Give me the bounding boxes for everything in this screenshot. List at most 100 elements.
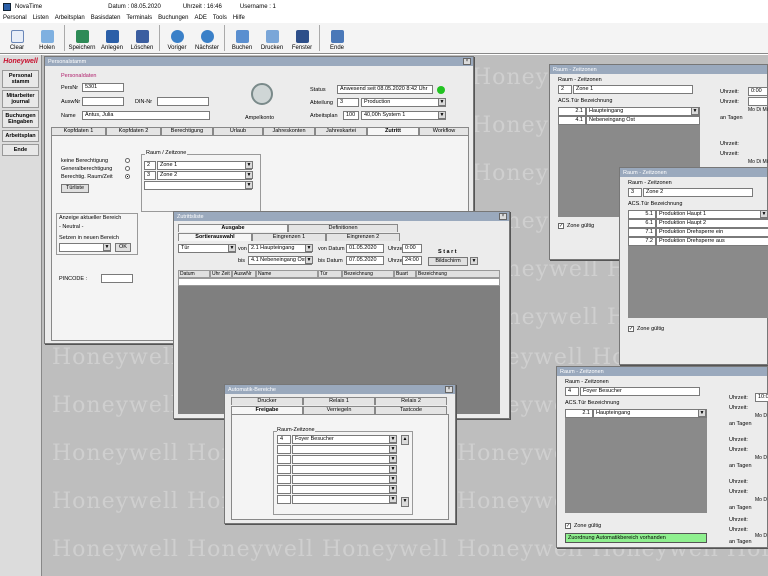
close-icon[interactable]: × bbox=[463, 58, 471, 65]
bis-datum-field[interactable]: 07.05.2020 bbox=[346, 256, 384, 265]
ab-zone[interactable] bbox=[292, 495, 397, 504]
tab-zutritt[interactable]: Zutritt bbox=[367, 127, 419, 135]
menu-tools[interactable]: Tools bbox=[213, 15, 227, 21]
rz-nr[interactable]: 2 bbox=[144, 161, 156, 170]
menu-ade[interactable]: ADE bbox=[194, 15, 206, 21]
tab-drucker[interactable]: Drucker bbox=[231, 397, 303, 405]
buchen-button[interactable]: Buchen bbox=[227, 24, 257, 53]
ab-nr[interactable] bbox=[277, 455, 291, 464]
tab-eingrenzen-1[interactable]: Eingrenzen 1 bbox=[252, 233, 326, 241]
sidebar-item-ende[interactable]: Ende bbox=[2, 144, 39, 156]
ab-nr[interactable]: 4 bbox=[277, 435, 291, 444]
rz-empty[interactable] bbox=[144, 181, 252, 190]
chevron-down-icon[interactable]: ▼ bbox=[228, 244, 236, 252]
chevron-down-icon[interactable]: ▼ bbox=[305, 256, 313, 264]
rz-nr[interactable]: 2 bbox=[558, 85, 572, 94]
ab-zone[interactable]: Foyer Besucher bbox=[292, 435, 397, 444]
acs-bez[interactable]: Haupteingang bbox=[586, 107, 700, 116]
menu-listen[interactable]: Listen bbox=[33, 15, 49, 21]
sidebar-item-personalstamm[interactable]: Personal stamm bbox=[2, 70, 39, 88]
chevron-down-icon[interactable]: ▼ bbox=[305, 244, 313, 252]
rz-zone[interactable]: Zone 2 bbox=[643, 188, 753, 197]
tab-berechtigung[interactable]: Berechtigung bbox=[161, 127, 213, 135]
rz-nr[interactable]: 4 bbox=[565, 387, 579, 396]
chevron-down-icon[interactable]: ▼ bbox=[389, 445, 397, 453]
chevron-down-icon[interactable]: ▼ bbox=[698, 409, 706, 417]
sidebar-item-arbeitsplan[interactable]: Arbeitsplan bbox=[2, 130, 39, 142]
ausgabe-select[interactable]: Bildschirm bbox=[428, 257, 468, 266]
start-button[interactable]: S t a r t bbox=[438, 249, 457, 255]
rz-zone[interactable]: Zone 2 bbox=[157, 171, 252, 180]
tab-tastcode[interactable]: Tastcode bbox=[375, 406, 447, 414]
menu-buchungen[interactable]: Buchungen bbox=[158, 15, 188, 21]
holen-button[interactable]: Holen bbox=[32, 24, 62, 53]
scroll-up-icon[interactable]: ▲ bbox=[401, 435, 409, 445]
abteilung-select[interactable]: Production bbox=[361, 98, 446, 107]
name-field[interactable]: Antus, Julia bbox=[82, 111, 210, 120]
table-row[interactable] bbox=[178, 278, 500, 286]
chevron-down-icon[interactable]: ▼ bbox=[389, 485, 397, 493]
tab-workflow[interactable]: Workflow bbox=[419, 127, 469, 135]
ab-zone[interactable] bbox=[292, 445, 397, 454]
uhrzeit-von[interactable]: 0:00 bbox=[402, 244, 422, 253]
zone-gueltig-checkbox[interactable]: ✓ bbox=[565, 523, 571, 529]
chevron-down-icon[interactable]: ▼ bbox=[438, 111, 446, 119]
ab-nr[interactable] bbox=[277, 485, 291, 494]
zone-gueltig-checkbox[interactable]: ✓ bbox=[628, 326, 634, 332]
rz-zone[interactable]: Zone 1 bbox=[573, 85, 693, 94]
ab-zone[interactable] bbox=[292, 475, 397, 484]
tab-relais-1[interactable]: Relais 1 bbox=[303, 397, 375, 405]
von-tuer[interactable]: 2.1 Haupteingang bbox=[248, 244, 312, 253]
radio-general[interactable] bbox=[125, 166, 130, 171]
acs-bez[interactable]: Produktion Haupt 2 bbox=[656, 219, 768, 228]
radio-raum-zeit[interactable] bbox=[125, 174, 130, 179]
von-datum-field[interactable]: 01.05.2020 bbox=[346, 244, 384, 253]
chevron-down-icon[interactable]: ▼ bbox=[389, 495, 397, 503]
tab-jahreskonten[interactable]: Jahreskonten bbox=[263, 127, 315, 135]
tab-sortierauswahl[interactable]: Sortierauswahl bbox=[178, 233, 252, 241]
ab-nr[interactable] bbox=[277, 445, 291, 454]
acs-bez[interactable]: Haupteingang bbox=[593, 409, 707, 418]
ab-zone[interactable] bbox=[292, 465, 397, 474]
acs-nr[interactable]: 5.1 bbox=[628, 210, 656, 219]
pincode-field[interactable] bbox=[101, 274, 133, 283]
acs-bez[interactable]: Produktion Drehsperre ein bbox=[656, 228, 768, 237]
ausweis-field[interactable] bbox=[82, 97, 124, 106]
sidebar-item-buchungen-eingaben[interactable]: Buchungen Eingaben bbox=[2, 110, 39, 128]
sidebar-item-mitarbeiter-journal[interactable]: Mitarbeiter journal bbox=[2, 90, 39, 108]
acs-nr[interactable]: 2.1 bbox=[558, 107, 586, 116]
chevron-down-icon[interactable]: ▼ bbox=[470, 257, 478, 265]
tuerliste-button[interactable]: Türliste bbox=[61, 184, 89, 193]
chevron-down-icon[interactable]: ▼ bbox=[438, 98, 446, 106]
chevron-down-icon[interactable]: ▼ bbox=[103, 243, 111, 251]
persnr-field[interactable]: 5301 bbox=[82, 83, 124, 92]
acs-nr[interactable]: 4.1 bbox=[558, 116, 586, 125]
acs-nr[interactable]: 2.1 bbox=[565, 409, 593, 418]
loeschen-button[interactable]: Löschen bbox=[127, 24, 157, 53]
bis-tuer[interactable]: 4.1 Nebeneingang Ost bbox=[248, 256, 312, 265]
tab-kopfdaten-1[interactable]: Kopfdaten 1 bbox=[51, 127, 106, 135]
abteilung-nr[interactable]: 3 bbox=[337, 98, 359, 107]
acs-nr[interactable]: 7.2 bbox=[628, 237, 656, 246]
tab-kopfdaten-2[interactable]: Kopfdaten 2 bbox=[106, 127, 161, 135]
tab-jahreskartei[interactable]: Jahreskartei bbox=[315, 127, 367, 135]
ok-button[interactable]: OK bbox=[115, 243, 131, 252]
tab-urlaub[interactable]: Urlaub bbox=[213, 127, 263, 135]
scroll-down-icon[interactable]: ▼ bbox=[401, 497, 409, 507]
ab-zone[interactable] bbox=[292, 455, 397, 464]
rz-nr[interactable]: 3 bbox=[628, 188, 642, 197]
menu-arbeitsplan[interactable]: Arbeitsplan bbox=[55, 15, 85, 21]
arbeitsplan-nr[interactable]: 100 bbox=[343, 111, 359, 120]
chevron-down-icon[interactable]: ▼ bbox=[389, 455, 397, 463]
tab-freigabe[interactable]: Freigabe bbox=[231, 406, 303, 414]
tab-verriegeln[interactable]: Verriegeln bbox=[303, 406, 375, 414]
fenster-button[interactable]: Fenster bbox=[287, 24, 317, 53]
acs-bez[interactable]: Produktion Haupt 1 bbox=[656, 210, 768, 219]
arbeitsplan-select[interactable]: 40,00h System 1 bbox=[361, 111, 446, 120]
tab-definitionen[interactable]: Definitionen bbox=[288, 224, 398, 232]
chevron-down-icon[interactable]: ▼ bbox=[389, 465, 397, 473]
radio-keine[interactable] bbox=[125, 158, 130, 163]
clear-button[interactable]: Clear bbox=[2, 24, 32, 53]
acs-bez[interactable]: Produktion Drehsperre aus bbox=[656, 237, 768, 246]
drucken-button[interactable]: Drucken bbox=[257, 24, 287, 53]
